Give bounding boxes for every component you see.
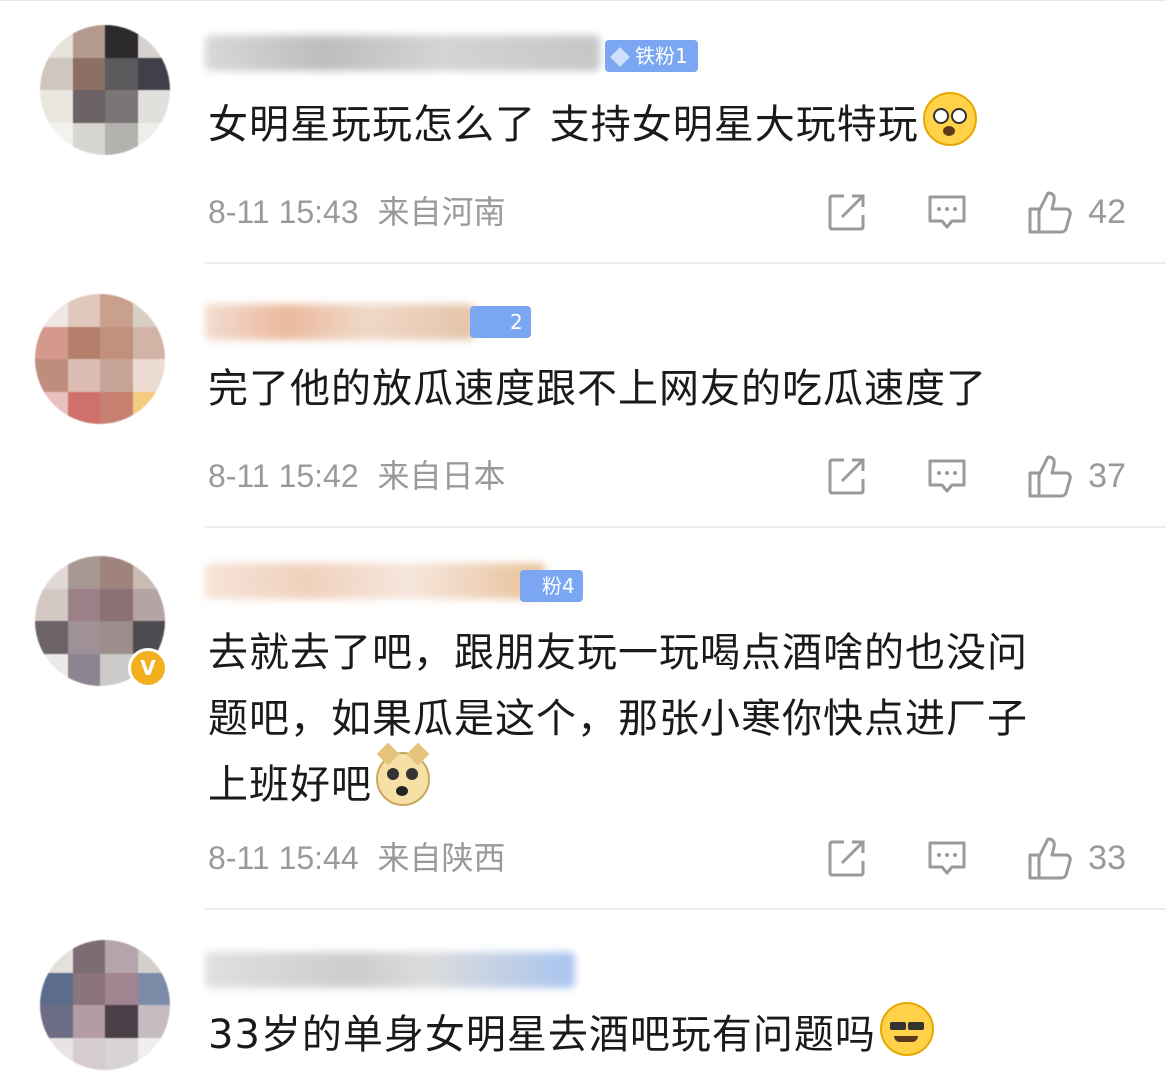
share-button[interactable] bbox=[826, 191, 868, 233]
fan-badge: 粉4 bbox=[520, 570, 583, 602]
comment-time: 8-11 15:42 bbox=[208, 458, 359, 494]
confused-face-emoji bbox=[879, 1002, 934, 1056]
avatar[interactable] bbox=[35, 294, 165, 424]
comment-text: 33岁的单身女明星去酒吧玩有问题吗 bbox=[208, 1002, 1138, 1068]
thumbs-up-icon bbox=[1028, 837, 1072, 880]
comment-icon bbox=[928, 459, 966, 493]
fan-badge: 铁粉1 bbox=[605, 40, 698, 72]
comment-actions: 33 bbox=[826, 834, 1126, 882]
share-icon bbox=[828, 194, 865, 231]
avatar[interactable] bbox=[40, 25, 170, 155]
comment-meta: 8-11 15:42 来自日本 bbox=[208, 456, 506, 496]
comment-button[interactable] bbox=[926, 191, 968, 233]
username-blurred[interactable] bbox=[205, 952, 575, 988]
comment-icon bbox=[928, 195, 966, 229]
share-icon bbox=[828, 458, 865, 495]
comment-actions: 37 bbox=[826, 452, 1126, 500]
fan-badge: 2 bbox=[470, 306, 531, 338]
comment-meta: 8-11 15:44 来自陕西 bbox=[208, 838, 506, 878]
username-blurred[interactable] bbox=[205, 35, 600, 71]
username-blurred[interactable] bbox=[205, 563, 545, 599]
avatar[interactable] bbox=[40, 940, 170, 1070]
comment-location: 来自日本 bbox=[377, 458, 506, 494]
shocked-face-emoji bbox=[922, 92, 977, 146]
comment-location: 来自陕西 bbox=[377, 840, 506, 876]
doge-emoji bbox=[376, 742, 430, 806]
comment-item: V 粉4 去就去了吧，跟朋友玩一玩喝点酒啥的也没问 题吧，如果瓜是这个，那张小寒… bbox=[0, 528, 1166, 908]
comment-text: 女明星玩玩怎么了 支持女明星大玩特玩 bbox=[208, 92, 1138, 158]
comment-meta: 8-11 15:43 来自河南 bbox=[208, 192, 506, 232]
like-count: 33 bbox=[1088, 838, 1126, 877]
comment-item: 2 完了他的放瓜速度跟不上网友的吃瓜速度了 8-11 15:42 来自日本 37 bbox=[0, 264, 1166, 526]
comment-time: 8-11 15:43 bbox=[208, 194, 359, 230]
share-button[interactable] bbox=[826, 837, 868, 879]
comment-location: 来自河南 bbox=[377, 194, 506, 230]
like-button[interactable]: 33 bbox=[1026, 835, 1126, 881]
comment-item: 铁粉1 女明星玩玩怎么了 支持女明星大玩特玩 8-11 15:43 来自河南 4… bbox=[0, 0, 1166, 262]
verified-badge: V bbox=[128, 648, 168, 688]
thumbs-up-icon bbox=[1028, 191, 1072, 234]
thumbs-up-icon bbox=[1028, 455, 1072, 498]
comment-button[interactable] bbox=[926, 837, 968, 879]
comment-item: 33岁的单身女明星去酒吧玩有问题吗 bbox=[0, 910, 1166, 1090]
comment-actions: 42 bbox=[826, 188, 1126, 236]
like-count: 37 bbox=[1088, 456, 1126, 495]
share-button[interactable] bbox=[826, 455, 868, 497]
comment-icon bbox=[928, 841, 966, 875]
comment-time: 8-11 15:44 bbox=[208, 840, 359, 876]
diamond-icon bbox=[610, 47, 630, 67]
comment-text: 去就去了吧，跟朋友玩一玩喝点酒啥的也没问 题吧，如果瓜是这个，那张小寒你快点进厂… bbox=[208, 630, 1028, 808]
like-count: 42 bbox=[1088, 192, 1126, 231]
like-button[interactable]: 37 bbox=[1026, 453, 1126, 499]
username-blurred[interactable] bbox=[205, 304, 475, 340]
share-icon bbox=[828, 840, 865, 877]
comment-button[interactable] bbox=[926, 455, 968, 497]
comment-text: 完了他的放瓜速度跟不上网友的吃瓜速度了 bbox=[208, 366, 987, 412]
like-button[interactable]: 42 bbox=[1026, 189, 1126, 235]
